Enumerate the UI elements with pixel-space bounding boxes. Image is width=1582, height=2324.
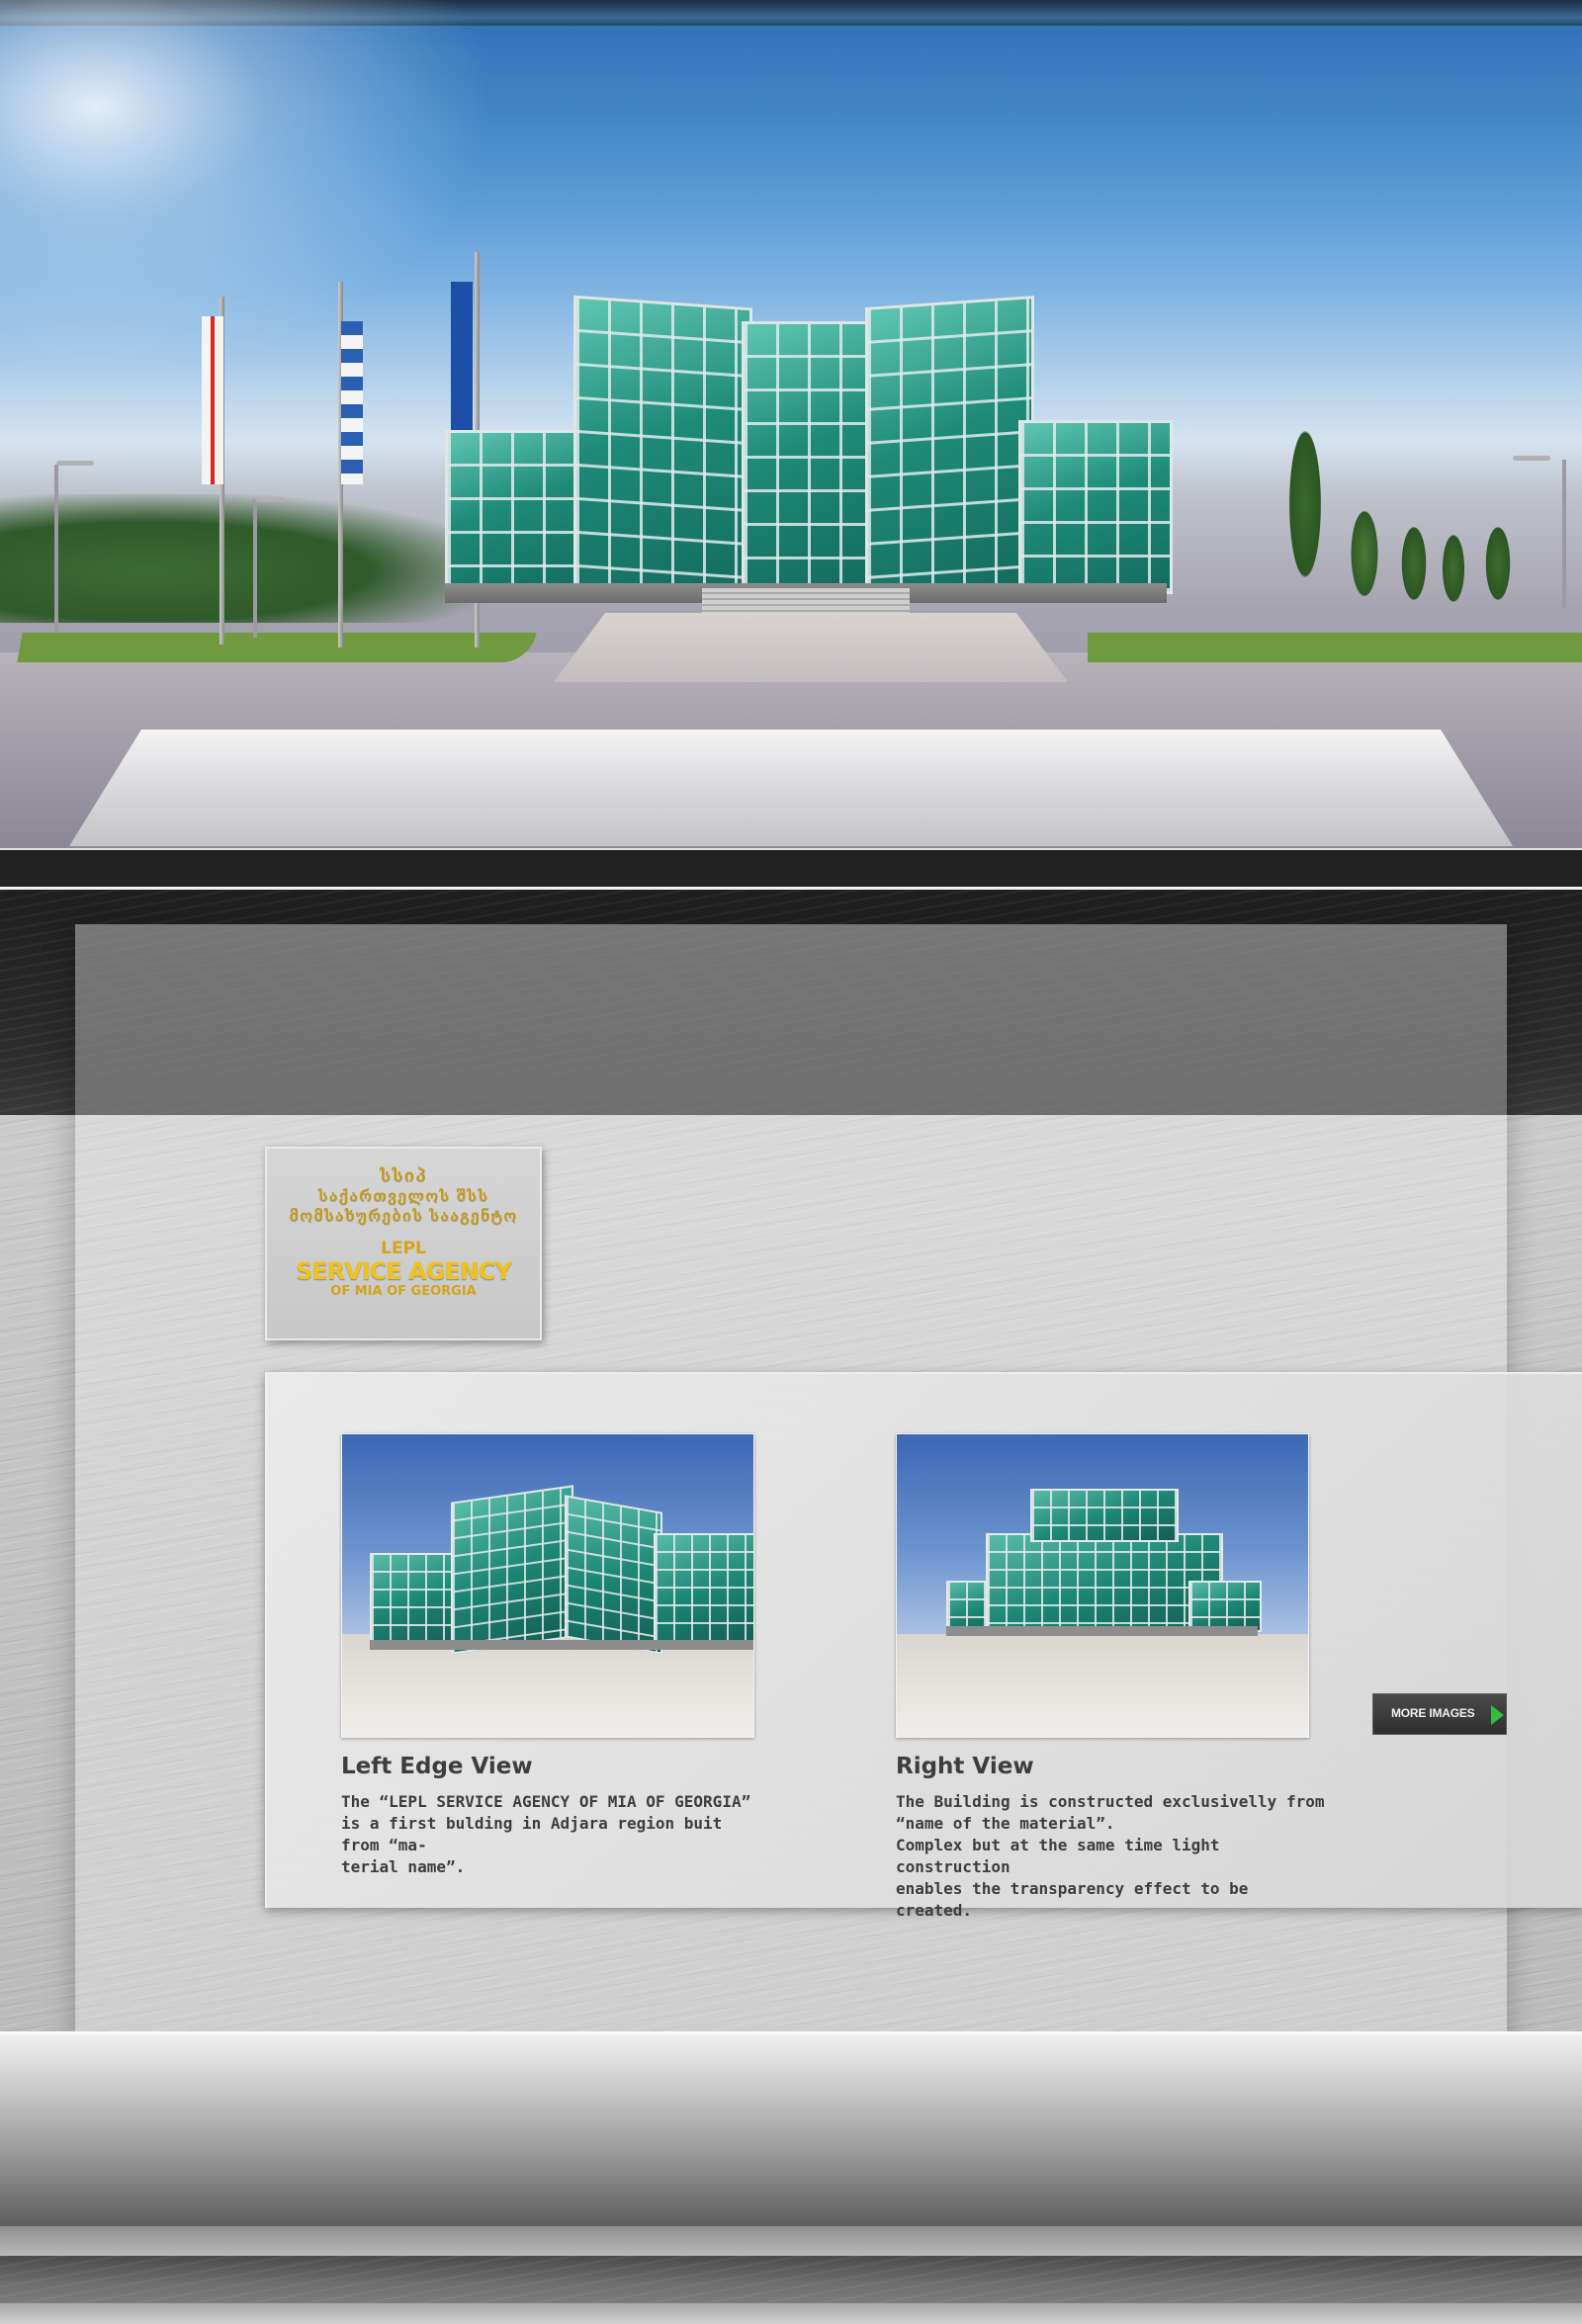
hero-divider bbox=[0, 848, 1582, 850]
building-block-right bbox=[865, 296, 1034, 600]
arrow-right-icon bbox=[1491, 1705, 1504, 1725]
thumb-building-base bbox=[946, 1626, 1258, 1636]
hills bbox=[0, 494, 494, 623]
footer-bottom-strip bbox=[0, 2303, 1582, 2324]
dark-band bbox=[0, 852, 1582, 887]
street-lamp-head bbox=[56, 461, 94, 466]
agency-building bbox=[445, 295, 1173, 613]
flag-georgia bbox=[202, 316, 223, 484]
presentation-platform bbox=[69, 730, 1513, 846]
thumb-building-block bbox=[986, 1533, 1223, 1632]
building-block-center bbox=[742, 321, 876, 594]
thumb-building-block bbox=[451, 1485, 573, 1655]
center-panel-header bbox=[75, 924, 1507, 1115]
lawn-right bbox=[1088, 633, 1582, 662]
lawn-left bbox=[17, 633, 537, 662]
logo-service-agency: SERVICE AGENCY bbox=[296, 1257, 512, 1285]
thumb-building-wing bbox=[654, 1533, 753, 1646]
thumb-building-base bbox=[370, 1640, 753, 1650]
thumb-building-wing bbox=[1188, 1581, 1262, 1632]
trees bbox=[1256, 386, 1582, 613]
flag-adjara bbox=[341, 321, 363, 484]
more-images-button[interactable]: MORE IMAGES bbox=[1372, 1693, 1507, 1735]
gallery-card: Left Edge View The “LEPL SERVICE AGENCY … bbox=[265, 1372, 1582, 1920]
logo-lepl: LEPL bbox=[381, 1239, 426, 1258]
building-block-left bbox=[573, 295, 752, 601]
agency-logo[interactable]: სსიპ საქართველოს შსს მომსახურების სააგენ… bbox=[265, 1147, 542, 1340]
street-lamp-head bbox=[1513, 456, 1550, 461]
thumb-building-block bbox=[1030, 1489, 1179, 1542]
logo-of-mia: OF MIA OF GEORGIA bbox=[330, 1284, 477, 1299]
thumb-building-block bbox=[565, 1495, 662, 1655]
street-lamp bbox=[54, 465, 58, 633]
sun-glow bbox=[0, 0, 494, 376]
gallery-thumb-right-view[interactable] bbox=[896, 1433, 1309, 1738]
gallery-thumb-left-edge[interactable] bbox=[341, 1433, 754, 1738]
hero-photo bbox=[0, 0, 1582, 850]
building-stairs bbox=[702, 588, 910, 613]
thumb-building-wing bbox=[370, 1553, 463, 1646]
building-wing-right bbox=[1018, 420, 1173, 594]
logo-georgian-line-2: საქართველოს შსს bbox=[317, 1187, 489, 1205]
street-lamp bbox=[1562, 460, 1566, 608]
more-images-label: MORE IMAGES bbox=[1391, 1706, 1475, 1720]
gallery-text-right-view: The Building is constructed exclusivelly… bbox=[896, 1792, 1325, 1920]
footer-shelf-lower bbox=[0, 2226, 1582, 2256]
street-lamp bbox=[253, 499, 257, 638]
footer-shelf bbox=[0, 2033, 1582, 2226]
gallery-title-left-edge: Left Edge View bbox=[341, 1754, 533, 1779]
logo-georgian-line-1: სსიპ bbox=[380, 1166, 427, 1186]
gallery-text-left-edge: The “LEPL SERVICE AGENCY OF MIA OF GEORG… bbox=[341, 1792, 751, 1876]
logo-georgian-line-3: მომსახურების სააგენტო bbox=[289, 1207, 518, 1225]
gallery-title-right-view: Right View bbox=[896, 1754, 1034, 1779]
street-lamp-head bbox=[255, 497, 285, 502]
footer-shelf-edge bbox=[0, 2031, 1582, 2034]
thumb-ground bbox=[897, 1633, 1308, 1737]
plaza-walkway bbox=[554, 613, 1068, 682]
